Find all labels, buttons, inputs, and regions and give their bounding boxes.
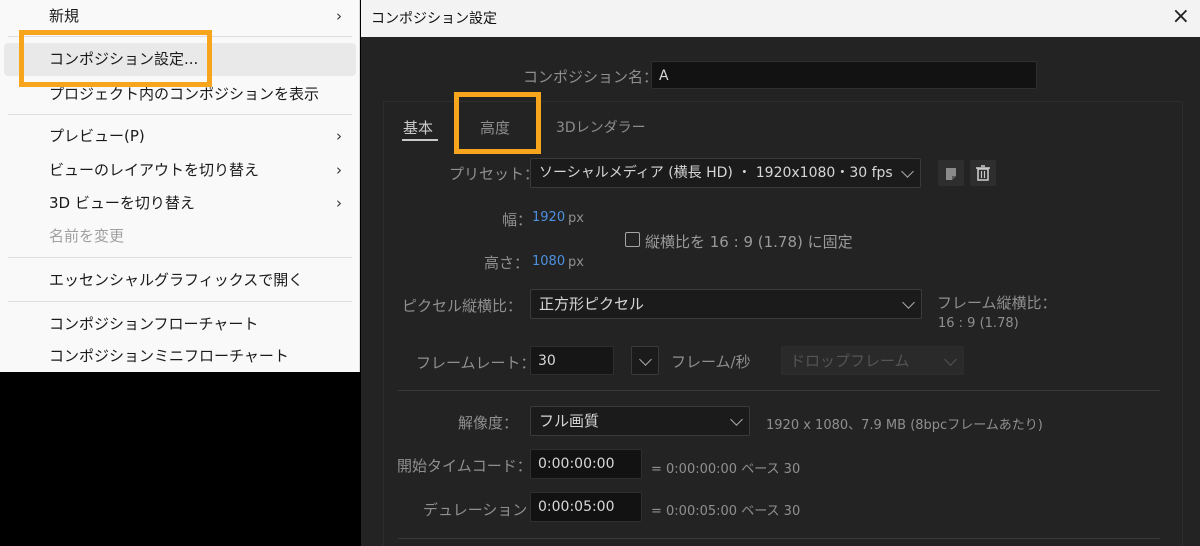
composition-name-label: コンポジション名：	[523, 68, 659, 86]
frame-aspect-value: 16 : 9 (1.78)	[938, 316, 1019, 331]
menu-item-label: ビューのレイアウトを切り替え	[49, 161, 260, 179]
menu-divider	[8, 114, 352, 115]
lock-aspect-label: 縦横比を 16 : 9 (1.78) に固定	[645, 233, 853, 251]
height-label: 高さ：	[484, 254, 530, 272]
menu-item-switch-3d-view[interactable]: 3D ビューを切り替え ›	[4, 187, 356, 220]
chevron-down-icon	[730, 413, 743, 426]
start-timecode-input[interactable]: 0:00:00:00	[530, 449, 642, 479]
menu-item-label: コンポジションミニフローチャート	[49, 347, 289, 365]
resolution-info: 1920 x 1080、7.9 MB (8bpcフレームあたり)	[766, 418, 1043, 433]
pixel-aspect-select[interactable]: 正方形ピクセル	[530, 289, 922, 319]
lock-aspect-checkbox[interactable]	[625, 232, 640, 247]
menu-item-label: プレビュー(P)	[49, 127, 145, 145]
preset-label: プリセット：	[449, 165, 540, 183]
framerate-label: フレームレート：	[416, 354, 536, 372]
menu-item-composition-mini-flowchart[interactable]: コンポジションミニフローチャート	[4, 340, 356, 373]
chevron-right-icon: ›	[336, 7, 342, 25]
chevron-right-icon: ›	[336, 161, 342, 179]
delete-preset-button[interactable]	[970, 160, 996, 186]
menu-item-label: 新規	[49, 7, 80, 25]
menu-divider	[8, 301, 352, 302]
dialog-title: コンポジション設定	[371, 11, 497, 27]
highlight-box	[454, 92, 541, 154]
tab-basic[interactable]: 基本	[403, 117, 433, 138]
menu-item-open-essential-graphics[interactable]: エッセンシャルグラフィックスで開く	[4, 264, 356, 297]
menu-item-preview[interactable]: プレビュー(P) ›	[4, 120, 356, 153]
chevron-down-icon	[901, 165, 914, 178]
dialog-titlebar: コンポジション設定 ×	[361, 0, 1200, 37]
save-preset-button[interactable]	[938, 160, 964, 186]
menu-item-label: コンポジションフローチャート	[49, 315, 259, 333]
menu-item-label: 名前を変更	[49, 227, 125, 245]
width-label: 幅：	[502, 211, 533, 229]
chevron-down-icon	[639, 353, 652, 366]
highlight-box	[19, 30, 212, 87]
preset-select[interactable]: ソーシャルメディア (横長 HD) ・ 1920x1080・30 fps	[530, 158, 921, 188]
menu-item-new[interactable]: 新規 ›	[4, 0, 356, 33]
duration-label: デュレーション：	[423, 501, 543, 519]
tab-3d-renderer[interactable]: 3Dレンダラー	[556, 117, 646, 137]
composition-settings-dialog: コンポジション設定 × コンポジション名： A 基本 高度 3Dレンダラー プリ…	[361, 0, 1200, 546]
start-timecode-info: = 0:00:00:00 ベース 30	[651, 462, 801, 477]
menu-item-label: エッセンシャルグラフィックスで開く	[49, 271, 304, 289]
section-divider	[398, 390, 1160, 391]
height-unit: px	[568, 255, 584, 270]
framerate-dropdown[interactable]	[631, 346, 659, 375]
width-unit: px	[568, 211, 584, 226]
width-value[interactable]: 1920	[532, 210, 565, 225]
framerate-unit: フレーム/秒	[671, 353, 751, 371]
menu-divider	[8, 257, 352, 258]
start-timecode-label: 開始タイムコード：	[397, 457, 532, 475]
menu-item-rename: 名前を変更	[4, 220, 356, 253]
chevron-down-icon	[902, 296, 915, 309]
resolution-select[interactable]: フル画質	[530, 406, 750, 436]
close-icon[interactable]: ×	[1172, 4, 1190, 29]
menu-item-switch-view-layout[interactable]: ビューのレイアウトを切り替え ›	[4, 154, 356, 187]
dropframe-value: ドロップフレーム	[790, 352, 910, 370]
height-value[interactable]: 1080	[532, 254, 565, 269]
preset-value: ソーシャルメディア (横長 HD) ・ 1920x1080・30 fps	[539, 165, 893, 181]
resolution-value: フル画質	[539, 412, 600, 430]
menu-item-label: プロジェクト内のコンポジションを表示	[49, 85, 320, 103]
chevron-right-icon: ›	[336, 194, 342, 212]
chevron-down-icon	[944, 353, 957, 366]
dropframe-select: ドロップフレーム	[781, 346, 964, 375]
chevron-right-icon: ›	[336, 127, 342, 145]
menu-item-composition-flowchart[interactable]: コンポジションフローチャート	[4, 308, 356, 341]
section-divider	[398, 538, 1160, 539]
framerate-input[interactable]: 30	[530, 346, 614, 375]
pixel-aspect-label: ピクセル縦横比：	[402, 297, 523, 315]
pixel-aspect-value: 正方形ピクセル	[539, 295, 645, 313]
resolution-label: 解像度：	[458, 414, 519, 432]
composition-name-input[interactable]: A	[651, 61, 1037, 89]
duration-input[interactable]: 0:00:05:00	[530, 492, 642, 522]
tab-underline	[402, 139, 438, 141]
menu-item-label: 3D ビューを切り替え	[49, 194, 195, 212]
duration-info: = 0:00:05:00 ベース 30	[651, 504, 801, 519]
frame-aspect-label: フレーム縦横比：	[937, 294, 1057, 312]
trash-icon	[976, 165, 990, 181]
save-preset-icon	[946, 168, 956, 180]
